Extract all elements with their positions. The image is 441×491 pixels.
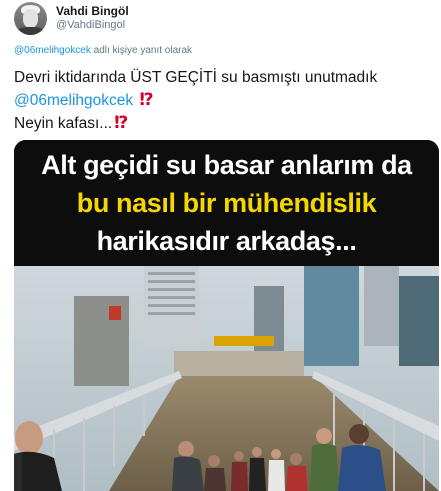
caption-line-2: bu nasıl bir mühendislik [76, 188, 377, 218]
avatar-shirt [17, 26, 44, 35]
image-caption: Alt geçidi su basar anlarım da bu nasıl … [14, 140, 439, 266]
author-names: Vahdi Bingöl @VahdiBingol [56, 4, 129, 32]
user-handle[interactable]: @VahdiBingol [56, 18, 129, 32]
interrobang-emoji-icon-2: ⁉ [114, 113, 128, 132]
avatar-face [23, 8, 38, 28]
caption-line-1: Alt geçidi su basar anlarım da [41, 150, 412, 180]
avatar[interactable] [14, 1, 47, 35]
reply-context-text: adlı kişiye yanıt olarak [90, 45, 193, 56]
tweet-text: Devri iktidarında ÜST GEÇİTİ su basmıştı… [14, 67, 434, 135]
interrobang-emoji-icon: ⁉ [139, 90, 153, 109]
tweet-line-1: Devri iktidarında ÜST GEÇİTİ su basmıştı… [14, 69, 378, 86]
caption-line-3: harikasıdır arkadaş... [96, 226, 357, 256]
tweet-line-2: @06melihgokcek ⁉ [14, 89, 434, 112]
reply-context: @06melihgokcek adlı kişiye yanıt olarak [14, 45, 192, 56]
tweet-header: Vahdi Bingöl @VahdiBingol [14, 1, 129, 35]
tweet-line-3: Neyin kafası... ⁉ [14, 112, 434, 135]
tweet-line-3-text: Neyin kafası... [14, 115, 113, 132]
display-name[interactable]: Vahdi Bingöl [56, 4, 129, 18]
tweet-media[interactable]: Alt geçidi su basar anlarım da bu nasıl … [14, 140, 439, 491]
reply-mention-link[interactable]: @06melihgokcek [14, 45, 91, 56]
flooded-overpass-photo-icon [14, 266, 439, 491]
tweet-mention-link[interactable]: @06melihgokcek [14, 92, 133, 109]
